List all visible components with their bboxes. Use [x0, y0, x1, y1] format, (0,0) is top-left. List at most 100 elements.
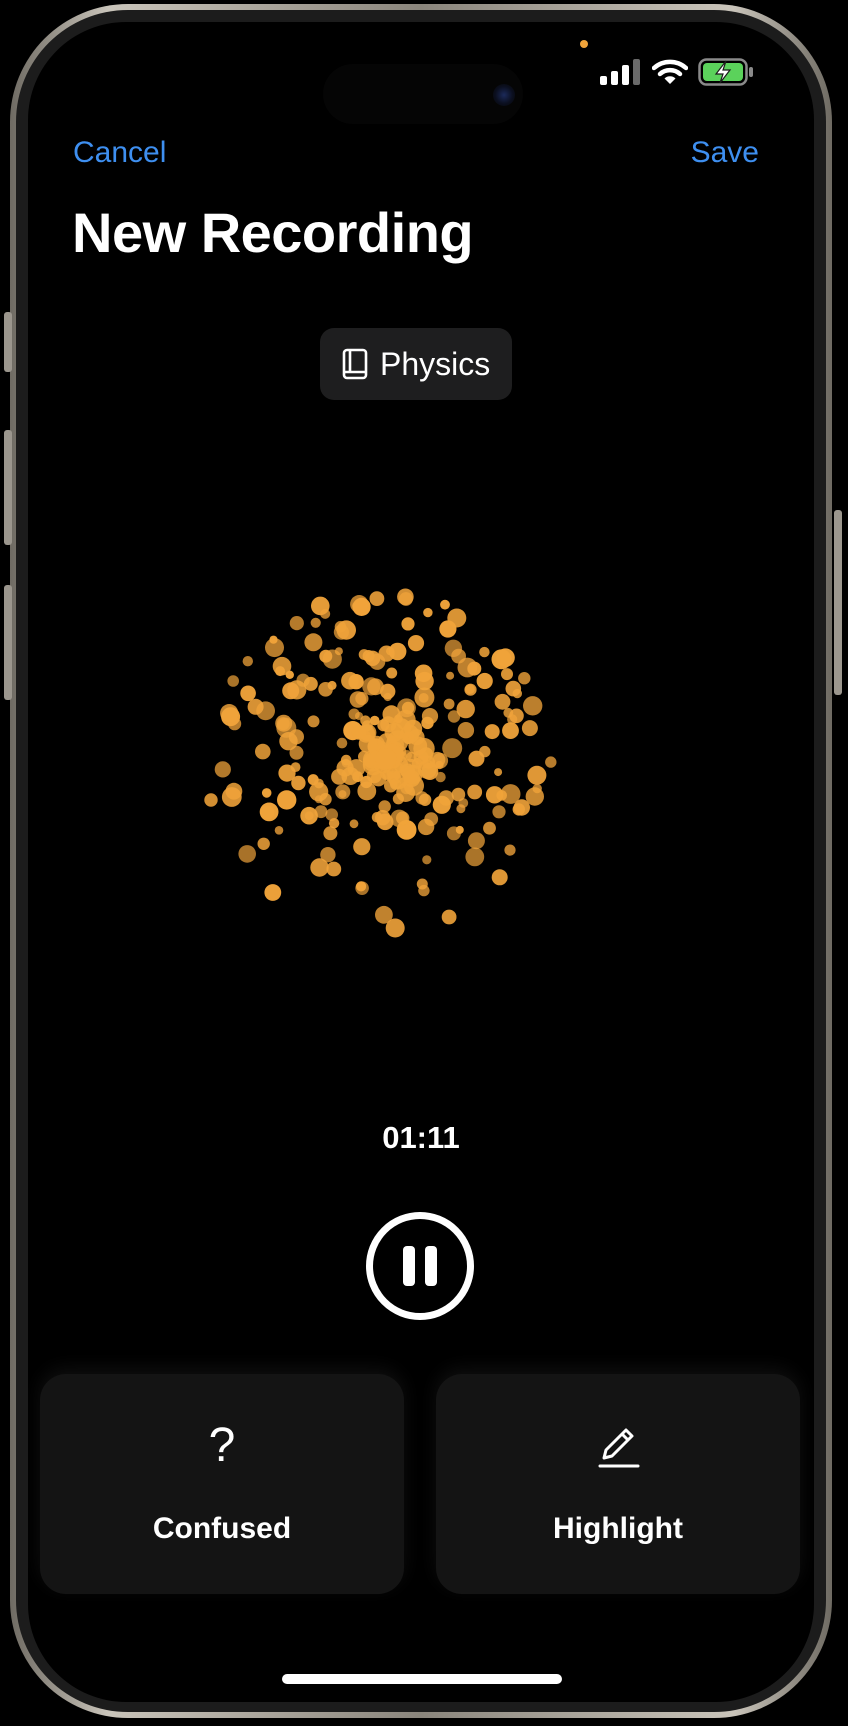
visualizer-particle	[221, 707, 241, 727]
visualizer-particle	[406, 751, 417, 763]
visualizer-particle	[525, 787, 544, 806]
visualizer-particle	[367, 678, 384, 696]
visualizer-particle	[355, 881, 369, 895]
visualizer-particle	[348, 708, 360, 720]
visualizer-particle	[399, 592, 413, 606]
visualizer-particle	[532, 783, 542, 794]
visualizer-particle	[400, 724, 420, 744]
visualizer-particle	[363, 750, 382, 769]
visualizer-particle	[349, 819, 359, 829]
visualizer-particle	[341, 671, 359, 690]
visualizer-particle	[376, 745, 393, 762]
visualizer-particle	[383, 748, 397, 763]
visualizer-particle	[396, 811, 410, 825]
visualizer-particle	[507, 714, 518, 725]
visualizer-particle	[385, 735, 404, 754]
save-button[interactable]: Save	[691, 136, 759, 170]
pause-button[interactable]	[366, 1212, 474, 1320]
visualizer-particle	[282, 682, 300, 700]
visualizer-particle	[408, 736, 428, 756]
visualizer-particle	[369, 591, 385, 606]
visualizer-particle	[398, 751, 408, 761]
subject-chip[interactable]: Physics	[320, 328, 513, 400]
visualizer-particle	[362, 677, 381, 696]
visualizer-particle	[356, 881, 367, 892]
status-bar-icons	[600, 58, 754, 86]
visualizer-particle	[228, 717, 242, 731]
visualizer-particle	[416, 878, 428, 890]
visualizer-particle	[369, 653, 386, 670]
visualizer-particle	[429, 751, 446, 768]
visualizer-particle	[380, 716, 397, 733]
visualizer-particle	[379, 748, 395, 764]
visualizer-particle	[220, 704, 239, 723]
visualizer-particle	[242, 656, 253, 667]
visualizer-particle	[352, 771, 363, 783]
visualizer-particle	[350, 595, 369, 614]
visualizer-particle	[369, 715, 380, 726]
visualizer-particle	[374, 756, 392, 774]
visualizer-particle	[479, 745, 491, 758]
visualizer-particle	[503, 707, 514, 718]
visualizer-particle	[300, 806, 318, 825]
visualizer-particle	[451, 787, 466, 802]
privacy-indicator-dot	[580, 40, 588, 48]
visualizer-particle	[484, 724, 500, 740]
visualizer-particle	[384, 779, 398, 793]
visualizer-particle	[367, 738, 384, 755]
visualizer-particle	[496, 648, 515, 667]
visualizer-particle	[225, 782, 243, 800]
action-button	[4, 312, 12, 372]
visualizer-particle	[328, 818, 340, 829]
visualizer-particle	[387, 743, 398, 755]
visualizer-particle	[276, 717, 297, 738]
visualizer-particle	[336, 737, 348, 749]
visualizer-particle	[395, 709, 416, 731]
visualizer-particle	[323, 826, 338, 841]
visualizer-particle	[385, 918, 405, 938]
visualizer-particle	[545, 756, 557, 768]
visualizer-particle	[358, 750, 370, 763]
visualizer-particle	[352, 597, 371, 617]
visualizer-particle	[455, 825, 464, 834]
cancel-button[interactable]: Cancel	[73, 136, 166, 170]
visualizer-particle	[275, 666, 286, 677]
visualizer-particle	[392, 771, 401, 780]
visualizer-particle	[432, 752, 449, 769]
visualizer-particle	[303, 676, 318, 691]
visualizer-particle	[309, 782, 329, 802]
visualizer-particle	[307, 715, 320, 728]
visualizer-particle	[310, 617, 321, 628]
visualizer-particle	[380, 683, 396, 700]
highlight-button[interactable]: Highlight	[436, 1374, 800, 1594]
visualizer-particle	[492, 805, 506, 819]
visualizer-particle	[456, 699, 475, 719]
visualizer-particle	[351, 724, 366, 739]
visualizer-particle	[279, 732, 298, 751]
visualizer-particle	[496, 790, 508, 801]
visualizer-particle	[318, 682, 333, 697]
visualizer-particle	[402, 764, 423, 785]
visualizer-particle	[364, 650, 381, 666]
visualizer-particle	[288, 729, 304, 745]
visualizer-particle	[386, 742, 401, 757]
visualizer-particle	[320, 608, 331, 619]
visualizer-particle	[322, 649, 342, 669]
volume-up-button	[4, 430, 12, 545]
visualizer-particle	[527, 765, 547, 785]
visualizer-particle	[464, 683, 477, 696]
visualizer-particle	[327, 680, 337, 690]
visualizer-particle	[418, 793, 432, 806]
visualizer-particle	[389, 771, 408, 790]
visualizer-particle	[413, 749, 429, 765]
visualizer-particle	[399, 758, 421, 780]
confused-button[interactable]: ? Confused	[40, 1374, 404, 1594]
visualizer-particle	[518, 672, 531, 685]
visualizer-particle	[340, 754, 352, 766]
visualizer-particle	[439, 620, 457, 638]
visualizer-particle	[421, 708, 439, 725]
home-indicator[interactable]	[282, 1674, 562, 1684]
visualizer-particle	[358, 734, 377, 754]
visualizer-particle	[382, 705, 401, 724]
visualizer-particle	[256, 701, 275, 721]
